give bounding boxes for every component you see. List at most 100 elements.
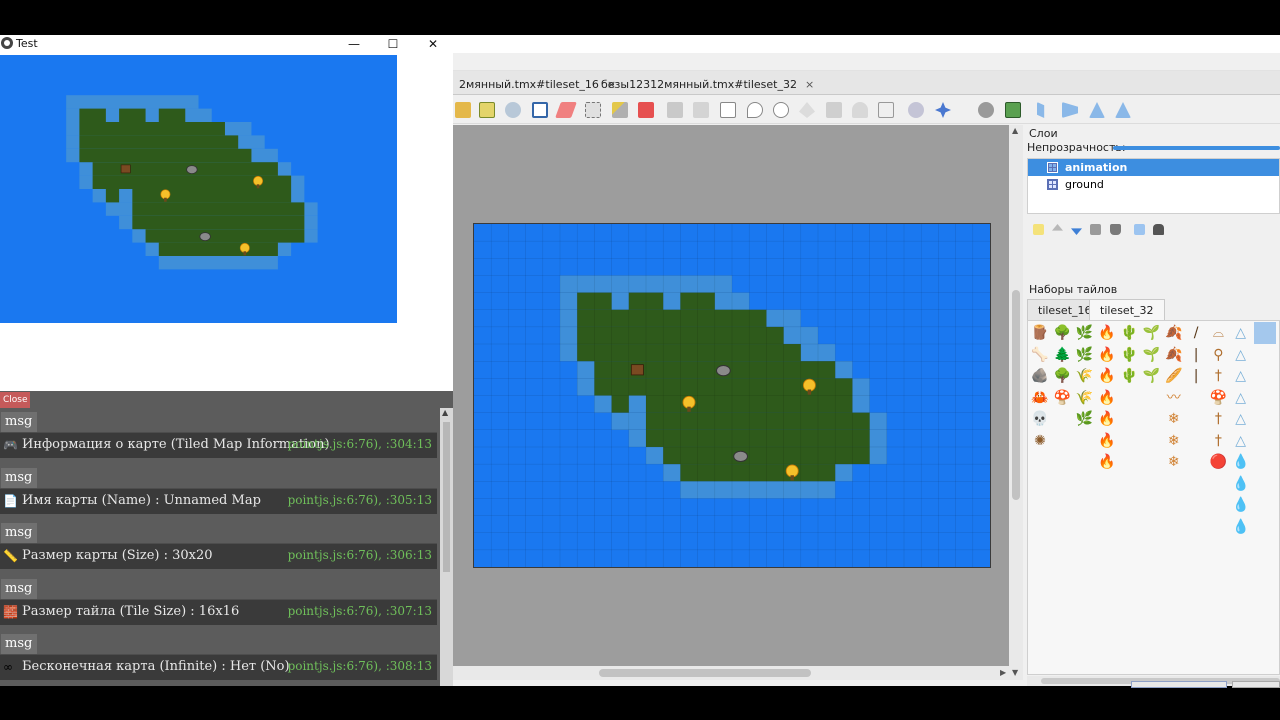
tileset-tile[interactable]: 💀 [1030, 409, 1050, 429]
scrollbar-thumb[interactable] [443, 422, 450, 572]
tileset-tile[interactable]: 🌲 [1052, 345, 1072, 365]
toggle-other-layers-icon[interactable] [1134, 224, 1145, 235]
tileset-tile[interactable]: ✺ [1030, 431, 1050, 451]
tileset-tab-32[interactable]: tileset_32 [1089, 299, 1165, 320]
tileset-grid[interactable]: 🪵 🦴 🪨 🦀 💀 ✺ 🌳 🌲 🌳 🍄 🌿 🌿 🌾 🌾 🌿 🔥 🔥 🔥 🔥 🔥 🔥 🔥 🌵 🌵 🌵 🌱 🌱 🌱 🍂 🍂 🥖 〰 ❄ ❄ ❄ / | | ⌓ ⚲… [1027, 320, 1280, 675]
flip-vertical-icon[interactable] [1062, 102, 1078, 118]
tileset-tile[interactable]: ⌓ [1208, 323, 1228, 343]
tileset-tile[interactable]: 🌾 [1075, 366, 1095, 386]
shape-fill-icon[interactable] [532, 102, 548, 118]
wang-fill-icon[interactable] [1005, 102, 1021, 118]
terrain-brush-icon[interactable] [479, 102, 495, 118]
tileset-tile[interactable]: 🔥 [1097, 409, 1117, 429]
rect-select-icon[interactable] [585, 102, 601, 118]
tileset-tile[interactable]: / [1186, 323, 1206, 343]
insert-polygon-icon[interactable] [799, 102, 815, 118]
tileset-tile[interactable]: 🔴 [1208, 452, 1228, 472]
tileset-tile[interactable]: 🌿 [1075, 345, 1095, 365]
tileset-tile[interactable]: 🌿 [1075, 409, 1095, 429]
scroll-up-icon[interactable]: ▲ [442, 408, 448, 417]
random-mode-icon[interactable] [978, 102, 994, 118]
status-bar-zoom[interactable] [1232, 681, 1280, 688]
tileset-tile[interactable]: △ [1231, 388, 1251, 408]
tileset-tile[interactable]: 🪨 [1030, 366, 1050, 386]
tileset-tile[interactable]: 🌱 [1142, 366, 1162, 386]
flip-horizontal-icon[interactable] [1037, 102, 1045, 118]
game-canvas[interactable] [0, 55, 397, 323]
tileset-tile[interactable]: 🍄 [1052, 388, 1072, 408]
tileset-tile[interactable]: 🍂 [1164, 323, 1184, 343]
tileset-tile[interactable]: | [1186, 366, 1206, 386]
duplicate-layer-icon[interactable] [1090, 224, 1101, 235]
tileset-tile[interactable]: 🔥 [1097, 452, 1117, 472]
scroll-right-icon[interactable]: ▶ [1000, 668, 1006, 677]
close-icon[interactable]: ✕ [423, 35, 443, 53]
insert-point-icon[interactable] [747, 102, 763, 118]
tileset-tile[interactable]: 💧 [1231, 495, 1251, 515]
lower-layer-icon[interactable] [1071, 228, 1082, 235]
tileset-tile[interactable]: 🍂 [1164, 345, 1184, 365]
tab-close-icon[interactable]: × [805, 74, 814, 95]
tileset-tile[interactable]: 🔥 [1097, 323, 1117, 343]
move-icon[interactable] [935, 102, 951, 118]
tileset-tile[interactable]: 〰 [1164, 388, 1184, 408]
tileset-tile[interactable]: 🔥 [1097, 431, 1117, 451]
log-source-link[interactable]: pointjs.js:6:76), :305:13 [288, 493, 432, 507]
scrollbar-thumb[interactable] [1012, 290, 1020, 500]
layer-row-animation[interactable]: animation [1028, 159, 1279, 176]
object-select-icon[interactable] [667, 102, 683, 118]
tileset-tile[interactable]: 🌱 [1142, 323, 1162, 343]
tileset-tile[interactable]: ❄ [1164, 452, 1184, 472]
insert-ellipse-icon[interactable] [773, 102, 789, 118]
layer-row-ground[interactable]: ground [1028, 176, 1279, 193]
tileset-tile[interactable]: △ [1231, 431, 1251, 451]
tileset-tile[interactable]: † [1208, 431, 1228, 451]
map-vertical-scrollbar[interactable]: ▲ ▼ [1009, 125, 1023, 680]
rotate-left-icon[interactable] [1089, 102, 1105, 118]
log-source-link[interactable]: pointjs.js:6:76), :304:13 [288, 437, 432, 451]
tileset-tile[interactable]: 🌳 [1052, 323, 1072, 343]
select-same-tile-icon[interactable] [638, 102, 654, 118]
tileset-tile[interactable]: 🌱 [1142, 345, 1162, 365]
tileset-tile[interactable]: 🌳 [1052, 366, 1072, 386]
tileset-tile[interactable]: 🥖 [1164, 366, 1184, 386]
tileset-tile[interactable]: 🦀 [1030, 388, 1050, 408]
status-bar-combo[interactable] [1131, 681, 1227, 688]
maximize-icon[interactable]: ☐ [383, 35, 403, 53]
scroll-up-icon[interactable]: ▲ [1012, 126, 1018, 135]
tileset-tile[interactable]: 🔥 [1097, 366, 1117, 386]
eraser-icon[interactable] [555, 102, 577, 118]
map-canvas-area[interactable] [453, 125, 1023, 670]
bucket-fill-icon[interactable] [505, 102, 521, 118]
stamp-brush-icon[interactable] [455, 102, 471, 118]
world-tool-icon[interactable] [908, 102, 924, 118]
tileset-tile[interactable]: 🪵 [1030, 323, 1050, 343]
tileset-tile[interactable]: △ [1231, 366, 1251, 386]
scroll-down-icon[interactable]: ▼ [1012, 668, 1018, 677]
rotate-right-icon[interactable] [1115, 102, 1131, 118]
tileset-tile[interactable]: △ [1231, 345, 1251, 365]
map-horizontal-scrollbar[interactable]: ▶ [453, 666, 1009, 680]
insert-text-icon[interactable] [878, 102, 894, 118]
tileset-tile[interactable]: 🍄 [1208, 388, 1228, 408]
log-source-link[interactable]: pointjs.js:6:76), :308:13 [288, 659, 432, 673]
scrollbar-thumb[interactable] [599, 669, 811, 677]
edit-polygons-icon[interactable] [693, 102, 709, 118]
insert-template-icon[interactable] [852, 102, 868, 118]
log-source-link[interactable]: pointjs.js:6:76), :307:13 [288, 604, 432, 618]
tileset-tile[interactable]: △ [1231, 323, 1251, 343]
tileset-tile[interactable]: † [1208, 409, 1228, 429]
tileset-tile[interactable]: 💧 [1231, 517, 1251, 537]
map-view[interactable] [473, 223, 991, 568]
tileset-tile[interactable]: † [1208, 366, 1228, 386]
log-source-link[interactable]: pointjs.js:6:76), :306:13 [288, 548, 432, 562]
opacity-slider[interactable] [1113, 146, 1280, 150]
insert-tile-icon[interactable] [826, 102, 842, 118]
new-layer-icon[interactable] [1033, 224, 1044, 235]
minimize-icon[interactable]: — [344, 35, 364, 53]
tileset-tile[interactable]: 🔥 [1097, 388, 1117, 408]
tileset-tile[interactable]: 💧 [1231, 452, 1251, 472]
raise-layer-icon[interactable] [1052, 224, 1063, 231]
tileset-tile[interactable]: | [1186, 345, 1206, 365]
tileset-tile[interactable]: 🔥 [1097, 345, 1117, 365]
